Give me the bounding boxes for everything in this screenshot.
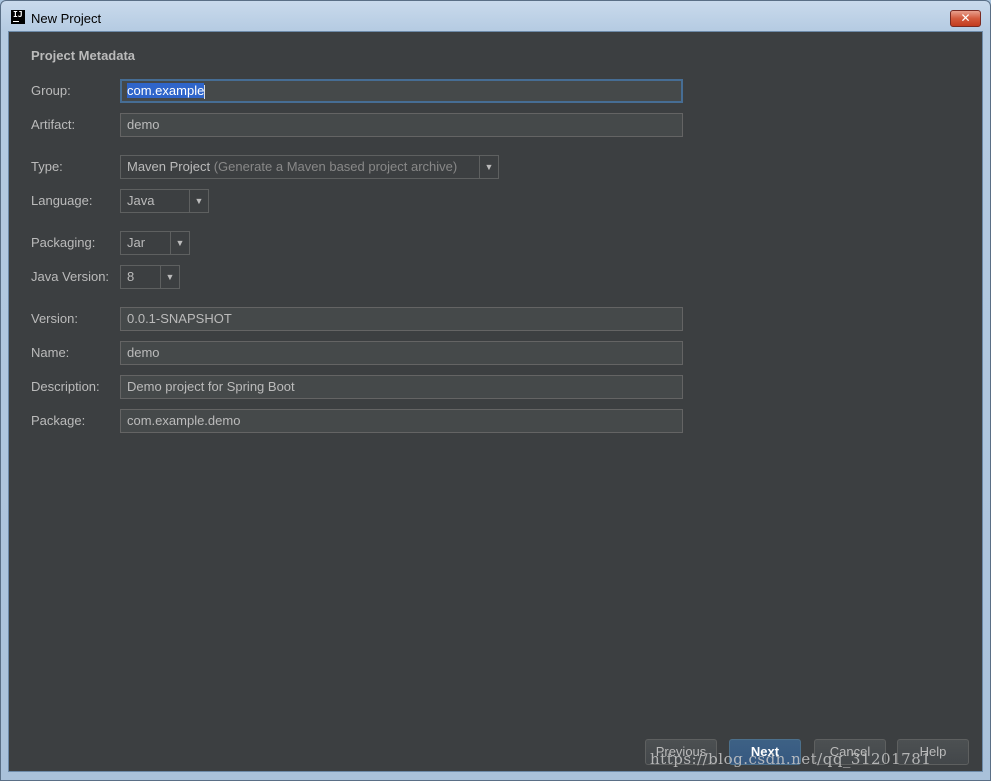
java-version-dropdown[interactable]: 8 ▼ xyxy=(120,265,180,289)
group-value: com.example xyxy=(127,83,205,98)
language-value: Java xyxy=(127,193,155,208)
version-field[interactable]: 0.0.1-SNAPSHOT xyxy=(120,307,683,331)
dialog-content: Project Metadata Group: com.example Arti… xyxy=(8,31,983,772)
name-field[interactable]: demo xyxy=(120,341,683,365)
section-title: Project Metadata xyxy=(31,48,136,63)
chevron-down-icon[interactable]: ▼ xyxy=(479,156,498,178)
package-label: Package: xyxy=(31,413,86,428)
packaging-label: Packaging: xyxy=(31,235,96,250)
description-label: Description: xyxy=(31,379,100,394)
packaging-value: Jar xyxy=(127,235,146,250)
title-bar[interactable]: IJ New Project ✕ xyxy=(1,1,990,31)
group-field[interactable]: com.example xyxy=(120,79,683,103)
type-label: Type: xyxy=(31,159,63,174)
chevron-down-icon[interactable]: ▼ xyxy=(189,190,208,212)
artifact-label: Artifact: xyxy=(31,117,76,132)
package-field[interactable]: com.example.demo xyxy=(120,409,683,433)
chevron-down-icon[interactable]: ▼ xyxy=(170,232,189,254)
language-dropdown[interactable]: Java ▼ xyxy=(120,189,209,213)
version-label: Version: xyxy=(31,311,78,326)
close-button[interactable]: ✕ xyxy=(950,10,981,27)
artifact-field[interactable]: demo xyxy=(120,113,683,137)
chevron-down-icon[interactable]: ▼ xyxy=(160,266,179,288)
language-label: Language: xyxy=(31,193,93,208)
type-hint: (Generate a Maven based project archive) xyxy=(213,159,458,174)
description-field[interactable]: Demo project for Spring Boot xyxy=(120,375,683,399)
group-label: Group: xyxy=(31,83,71,98)
java-version-value: 8 xyxy=(127,269,135,284)
text-caret xyxy=(204,84,206,99)
watermark: https://blog.csdn.net/qq_31201781 xyxy=(650,750,932,768)
java-version-label: Java Version: xyxy=(31,269,110,284)
name-label: Name: xyxy=(31,345,70,360)
window-title: New Project xyxy=(31,11,102,26)
packaging-dropdown[interactable]: Jar ▼ xyxy=(120,231,190,255)
intellij-icon: IJ xyxy=(11,10,25,24)
type-dropdown[interactable]: Maven Project (Generate a Maven based pr… xyxy=(120,155,499,179)
new-project-window: IJ New Project ✕ Project Metadata Group:… xyxy=(0,0,991,781)
close-icon: ✕ xyxy=(960,11,971,25)
type-value: Maven Project xyxy=(127,159,211,174)
